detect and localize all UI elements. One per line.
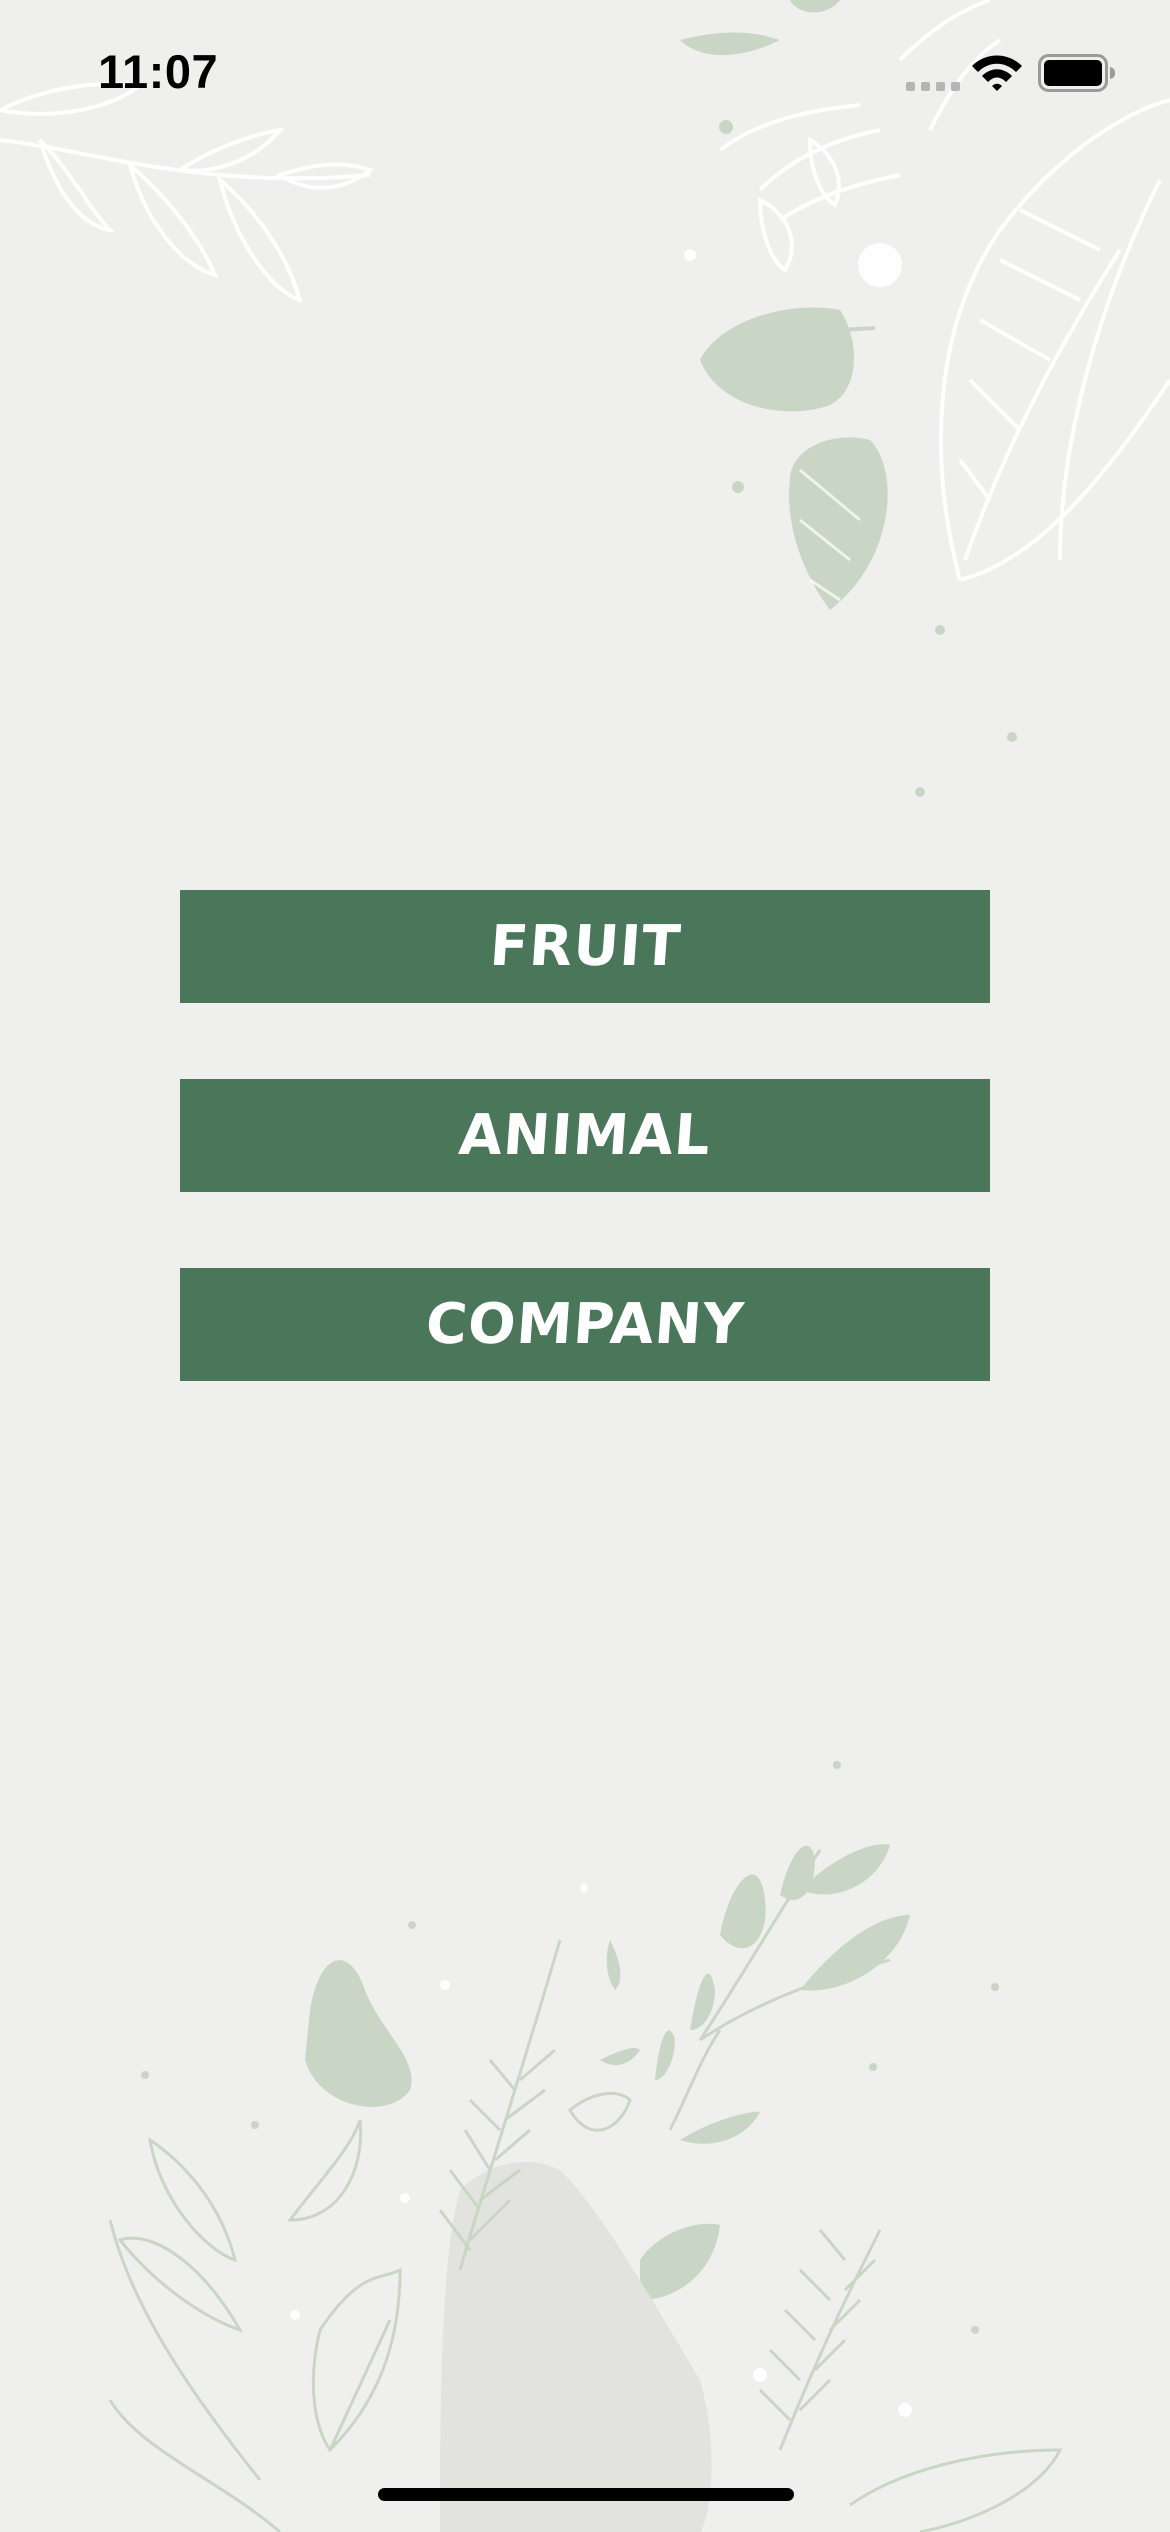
company-button[interactable]: COMPANY [180,1268,990,1381]
wifi-icon [972,55,1022,91]
animal-button[interactable]: ANIMAL [180,1079,990,1192]
leaf-decoration [0,0,1170,2532]
fruit-button-label: FRUIT [487,914,683,979]
battery-icon [1038,54,1115,92]
cellular-signal-icon [906,82,960,91]
leaf-cluster-bottom [108,1761,1063,2532]
app-screen: 11:07 FRUIT ANIMAL COMPANY [0,0,1170,2532]
home-indicator[interactable] [378,2488,794,2501]
animal-button-label: ANIMAL [456,1103,714,1168]
status-bar: 11:07 [0,0,1170,150]
fruit-button[interactable]: FRUIT [180,890,990,1003]
status-time: 11:07 [98,45,219,98]
company-button-label: COMPANY [423,1292,747,1357]
